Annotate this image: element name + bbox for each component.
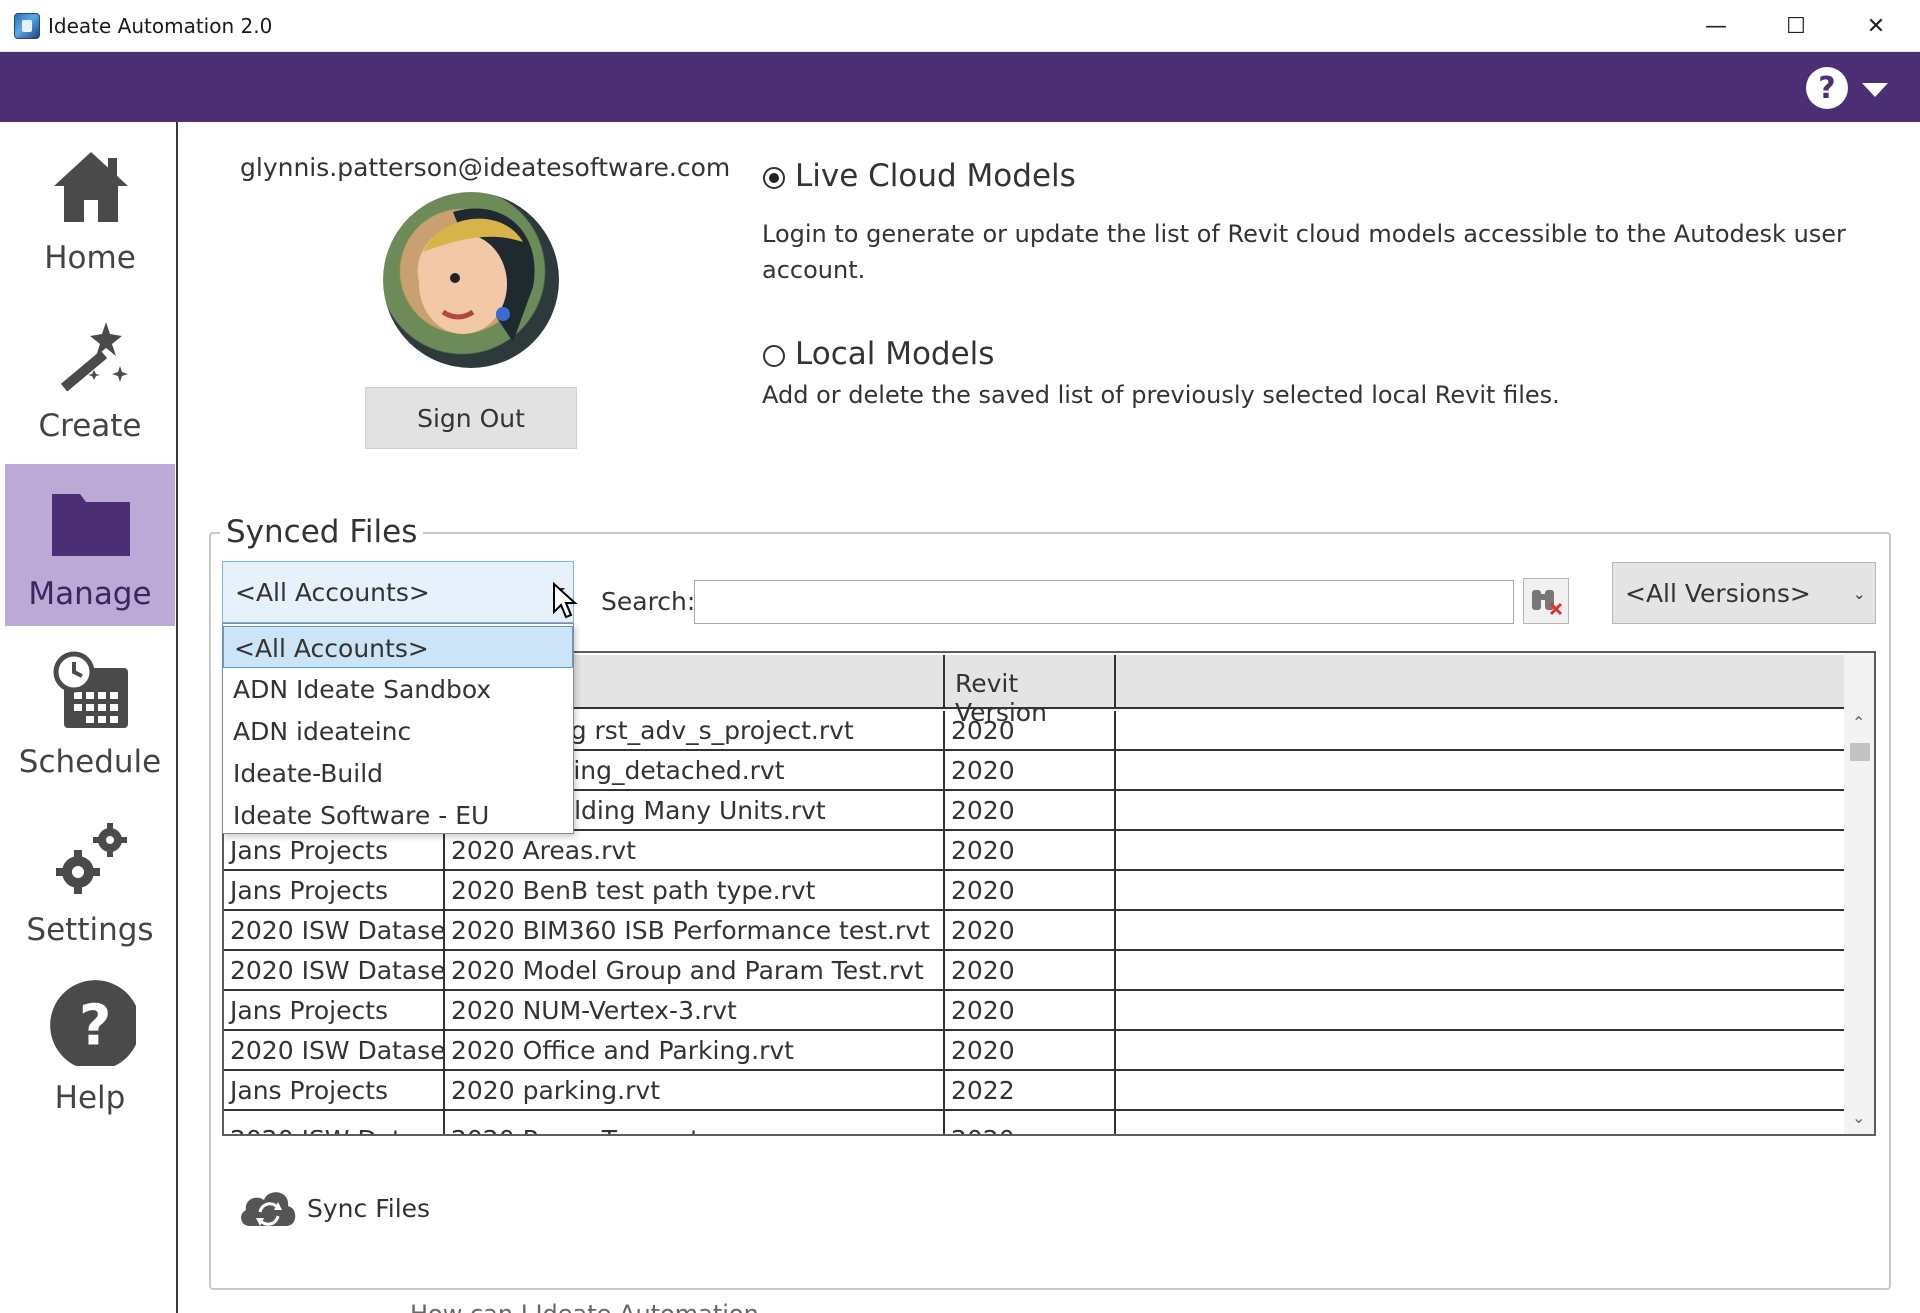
chevron-down-icon[interactable]: ⌄ <box>1853 585 1866 603</box>
avatar <box>383 192 559 368</box>
table-row[interactable]: Jans Projects 2020 BenB test path type.r… <box>224 871 1844 911</box>
table-row[interactable]: Jans Projects 2020 NUM-Vertex-3.rvt 2020 <box>224 991 1844 1031</box>
sidebar-item-label: Settings <box>26 912 154 948</box>
folder-icon <box>52 494 130 556</box>
help-icon: ? <box>50 980 136 1066</box>
sidebar-item-label: Create <box>38 408 142 444</box>
background-text: How can I Ideate Automation <box>410 1300 759 1313</box>
sync-files-label: Sync Files <box>307 1194 431 1223</box>
sidebar-item-label: Help <box>54 1080 126 1116</box>
account-dropdown-list: <All Accounts> ADN Ideate Sandbox ADN id… <box>222 623 574 834</box>
title-bar: Ideate Automation 2.0 — ☐ ✕ <box>0 0 1920 52</box>
svg-text:?: ? <box>79 994 111 1059</box>
sidebar-item-help[interactable]: ? Help <box>5 968 175 1130</box>
binoculars-icon <box>1532 590 1563 616</box>
column-header-revit-version[interactable]: Revit Version <box>945 655 1116 727</box>
table-row[interactable]: 2020 ISW Dataset 2020 Model Group and Pa… <box>224 951 1844 991</box>
dropdown-option[interactable]: ADN ideateinc <box>223 710 573 752</box>
local-models-label[interactable]: Local Models <box>795 336 994 372</box>
live-cloud-models-label[interactable]: Live Cloud Models <box>795 158 1076 194</box>
local-models-description: Add or delete the saved list of previous… <box>762 381 1560 409</box>
account-filter-select[interactable]: <All Accounts> <box>222 561 574 623</box>
sidebar-item-settings[interactable]: Settings <box>5 800 175 962</box>
maximize-button[interactable]: ☐ <box>1756 0 1836 52</box>
dropdown-option[interactable]: Ideate Software - EU <box>223 794 573 836</box>
search-label: Search: <box>601 587 696 616</box>
sidebar-item-label: Schedule <box>18 744 162 780</box>
table-row[interactable]: Jans Projects 2020 parking.rvt 2022 <box>224 1071 1844 1111</box>
avatar-portrait-icon <box>419 208 535 342</box>
table-row[interactable]: Jans Projects 2020 Areas.rvt 2020 <box>224 831 1844 871</box>
search-input[interactable] <box>694 580 1514 624</box>
close-button[interactable]: ✕ <box>1836 0 1916 52</box>
clear-search-button[interactable] <box>1523 578 1569 624</box>
scroll-up-icon[interactable]: ⌃ <box>1852 713 1865 732</box>
account-email: glynnis.patterson@ideatesoftware.com <box>240 153 731 182</box>
calendar-clock-icon <box>53 651 128 728</box>
sidebar: Home Create Manage Schedule Settings ? H… <box>0 122 178 1313</box>
cloud-sync-icon <box>241 1192 296 1226</box>
home-icon <box>54 152 128 222</box>
window-title: Ideate Automation 2.0 <box>48 14 273 38</box>
app-header <box>0 52 1920 122</box>
mouse-cursor-icon <box>553 582 578 619</box>
dropdown-option[interactable]: ADN Ideate Sandbox <box>223 668 573 710</box>
live-cloud-models-radio[interactable] <box>763 167 785 189</box>
sidebar-item-manage[interactable]: Manage <box>5 464 175 626</box>
help-menu-caret-icon[interactable] <box>1862 83 1888 97</box>
local-models-radio[interactable] <box>763 345 785 367</box>
sidebar-item-label: Home <box>44 240 136 276</box>
help-menu-icon[interactable]: ? <box>1806 67 1848 109</box>
dropdown-option[interactable]: Ideate-Build <box>223 752 573 794</box>
synced-files-title: Synced Files <box>220 514 424 550</box>
table-row[interactable]: 2020 ISW Dataset 2020 Room Tags.rvt 2020 <box>224 1111 1844 1134</box>
version-filter-select[interactable]: <All Versions> <box>1612 562 1876 624</box>
sidebar-item-label: Manage <box>28 576 152 612</box>
sidebar-item-schedule[interactable]: Schedule <box>5 632 175 794</box>
scroll-thumb[interactable] <box>1850 743 1870 761</box>
scroll-down-icon[interactable]: ⌄ <box>1852 1108 1865 1127</box>
sidebar-item-home[interactable]: Home <box>5 128 175 290</box>
gears-icon <box>56 823 127 894</box>
live-cloud-models-description: Login to generate or update the list of … <box>762 220 1846 248</box>
table-scrollbar[interactable]: ⌃ ⌄ <box>1844 653 1874 1134</box>
sidebar-item-create[interactable]: Create <box>5 296 175 458</box>
sign-out-button[interactable]: Sign Out <box>365 387 577 449</box>
column-header-extra <box>1116 655 1844 707</box>
magic-wand-icon <box>60 322 128 392</box>
app-logo-icon <box>14 13 40 39</box>
minimize-button[interactable]: — <box>1676 0 1756 52</box>
table-row[interactable]: 2020 ISW Dataset 2020 BIM360 ISB Perform… <box>224 911 1844 951</box>
table-row[interactable]: 2020 ISW Dataset 2020 Office and Parking… <box>224 1031 1844 1071</box>
dropdown-option[interactable]: <All Accounts> <box>223 626 573 668</box>
live-cloud-models-description-cont: account. <box>762 256 866 284</box>
